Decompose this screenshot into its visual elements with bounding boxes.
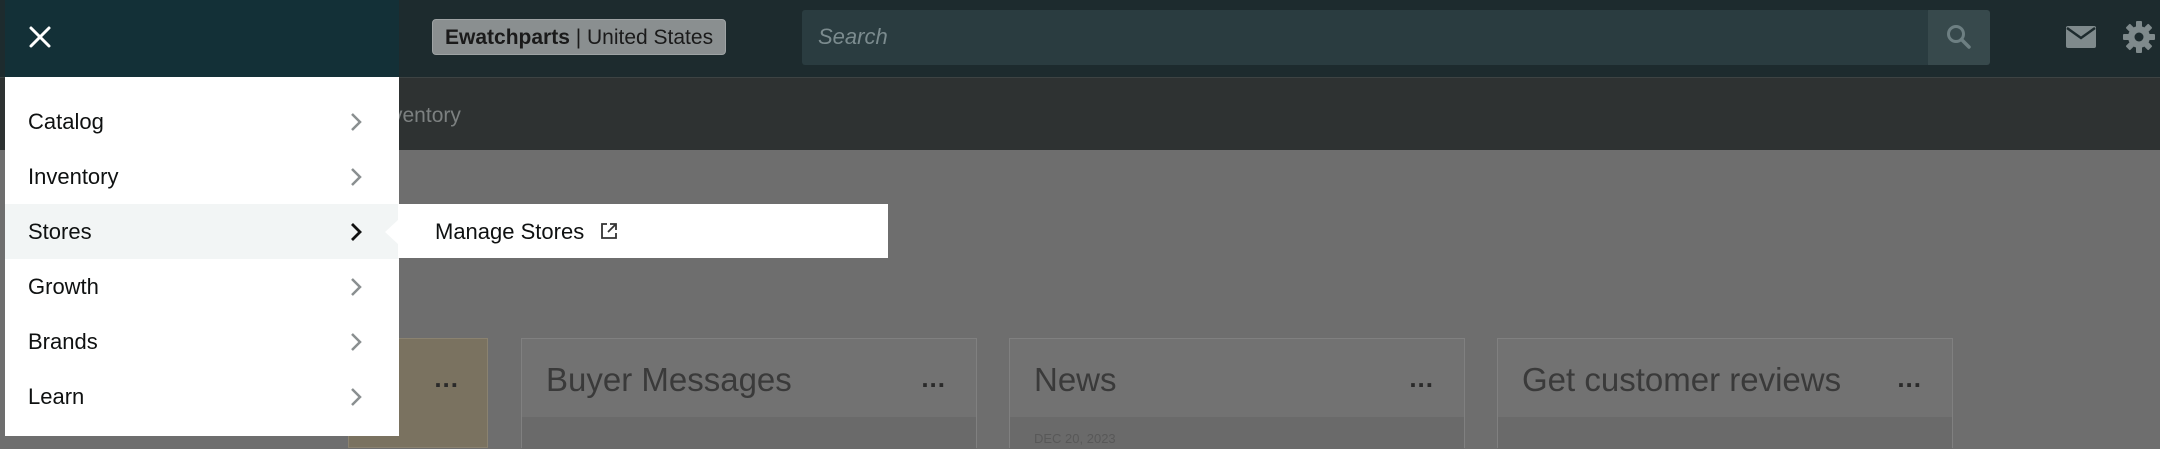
search-button[interactable] — [1928, 10, 1990, 65]
dashboard-card-news: News ... DEC 20, 2023 — [1009, 338, 1465, 449]
card-menu-button[interactable]: ... — [434, 363, 459, 394]
drawer-item-label: Learn — [28, 384, 85, 409]
card-menu-button[interactable]: ... — [1409, 363, 1434, 394]
card-body — [522, 417, 976, 449]
subnav-item-inventory[interactable]: ventory — [392, 104, 461, 128]
drawer-item-brands[interactable]: Brands — [5, 314, 399, 369]
drawer-item-label: Brands — [28, 329, 98, 354]
dashboard-card-buyer-messages: Buyer Messages ... — [521, 338, 977, 449]
drawer-item-label: Inventory — [28, 164, 119, 189]
drawer-item-label: Catalog — [28, 109, 104, 134]
chevron-right-icon — [351, 168, 362, 186]
card-title: Buyer Messages — [546, 361, 792, 398]
mail-icon[interactable] — [2066, 26, 2096, 48]
card-menu-button[interactable]: ... — [921, 363, 946, 394]
close-icon[interactable] — [26, 23, 54, 51]
search-input[interactable]: Search — [818, 24, 888, 50]
store-name: Ewatchparts — [445, 26, 570, 49]
chevron-right-icon — [351, 388, 362, 406]
chevron-right-icon — [351, 333, 362, 351]
drawer-item-learn[interactable]: Learn — [5, 369, 399, 424]
card-title: News — [1034, 361, 1117, 398]
drawer-header — [5, 0, 399, 77]
store-selector[interactable]: Ewatchparts | United States — [432, 19, 727, 55]
news-date: DEC 20, 2023 — [1034, 431, 1116, 446]
drawer-item-growth[interactable]: Growth — [5, 259, 399, 314]
manage-stores-link[interactable]: Manage Stores — [435, 219, 584, 245]
flyout-caret — [385, 219, 399, 245]
gear-icon[interactable] — [2122, 20, 2156, 54]
store-separator: | — [569, 26, 587, 49]
chevron-right-icon — [351, 278, 362, 296]
card-title: Get customer reviews — [1522, 361, 1842, 398]
drawer-item-inventory[interactable]: Inventory — [5, 149, 399, 204]
card-body — [1498, 417, 1952, 449]
dashboard-card-customer-reviews: Get customer reviews ... — [1497, 338, 1953, 449]
external-link-icon[interactable] — [600, 222, 618, 240]
search-icon — [1947, 25, 1971, 49]
card-menu-button[interactable]: ... — [1897, 363, 1922, 394]
drawer-item-label: Growth — [28, 274, 99, 299]
search-bar[interactable] — [802, 10, 1930, 65]
chevron-right-icon — [351, 223, 362, 241]
drawer-item-catalog[interactable]: Catalog — [5, 94, 399, 149]
drawer-item-stores[interactable]: Stores — [5, 204, 399, 259]
chevron-right-icon — [351, 113, 362, 131]
store-region: United States — [587, 26, 714, 49]
drawer-item-label: Stores — [28, 219, 92, 244]
